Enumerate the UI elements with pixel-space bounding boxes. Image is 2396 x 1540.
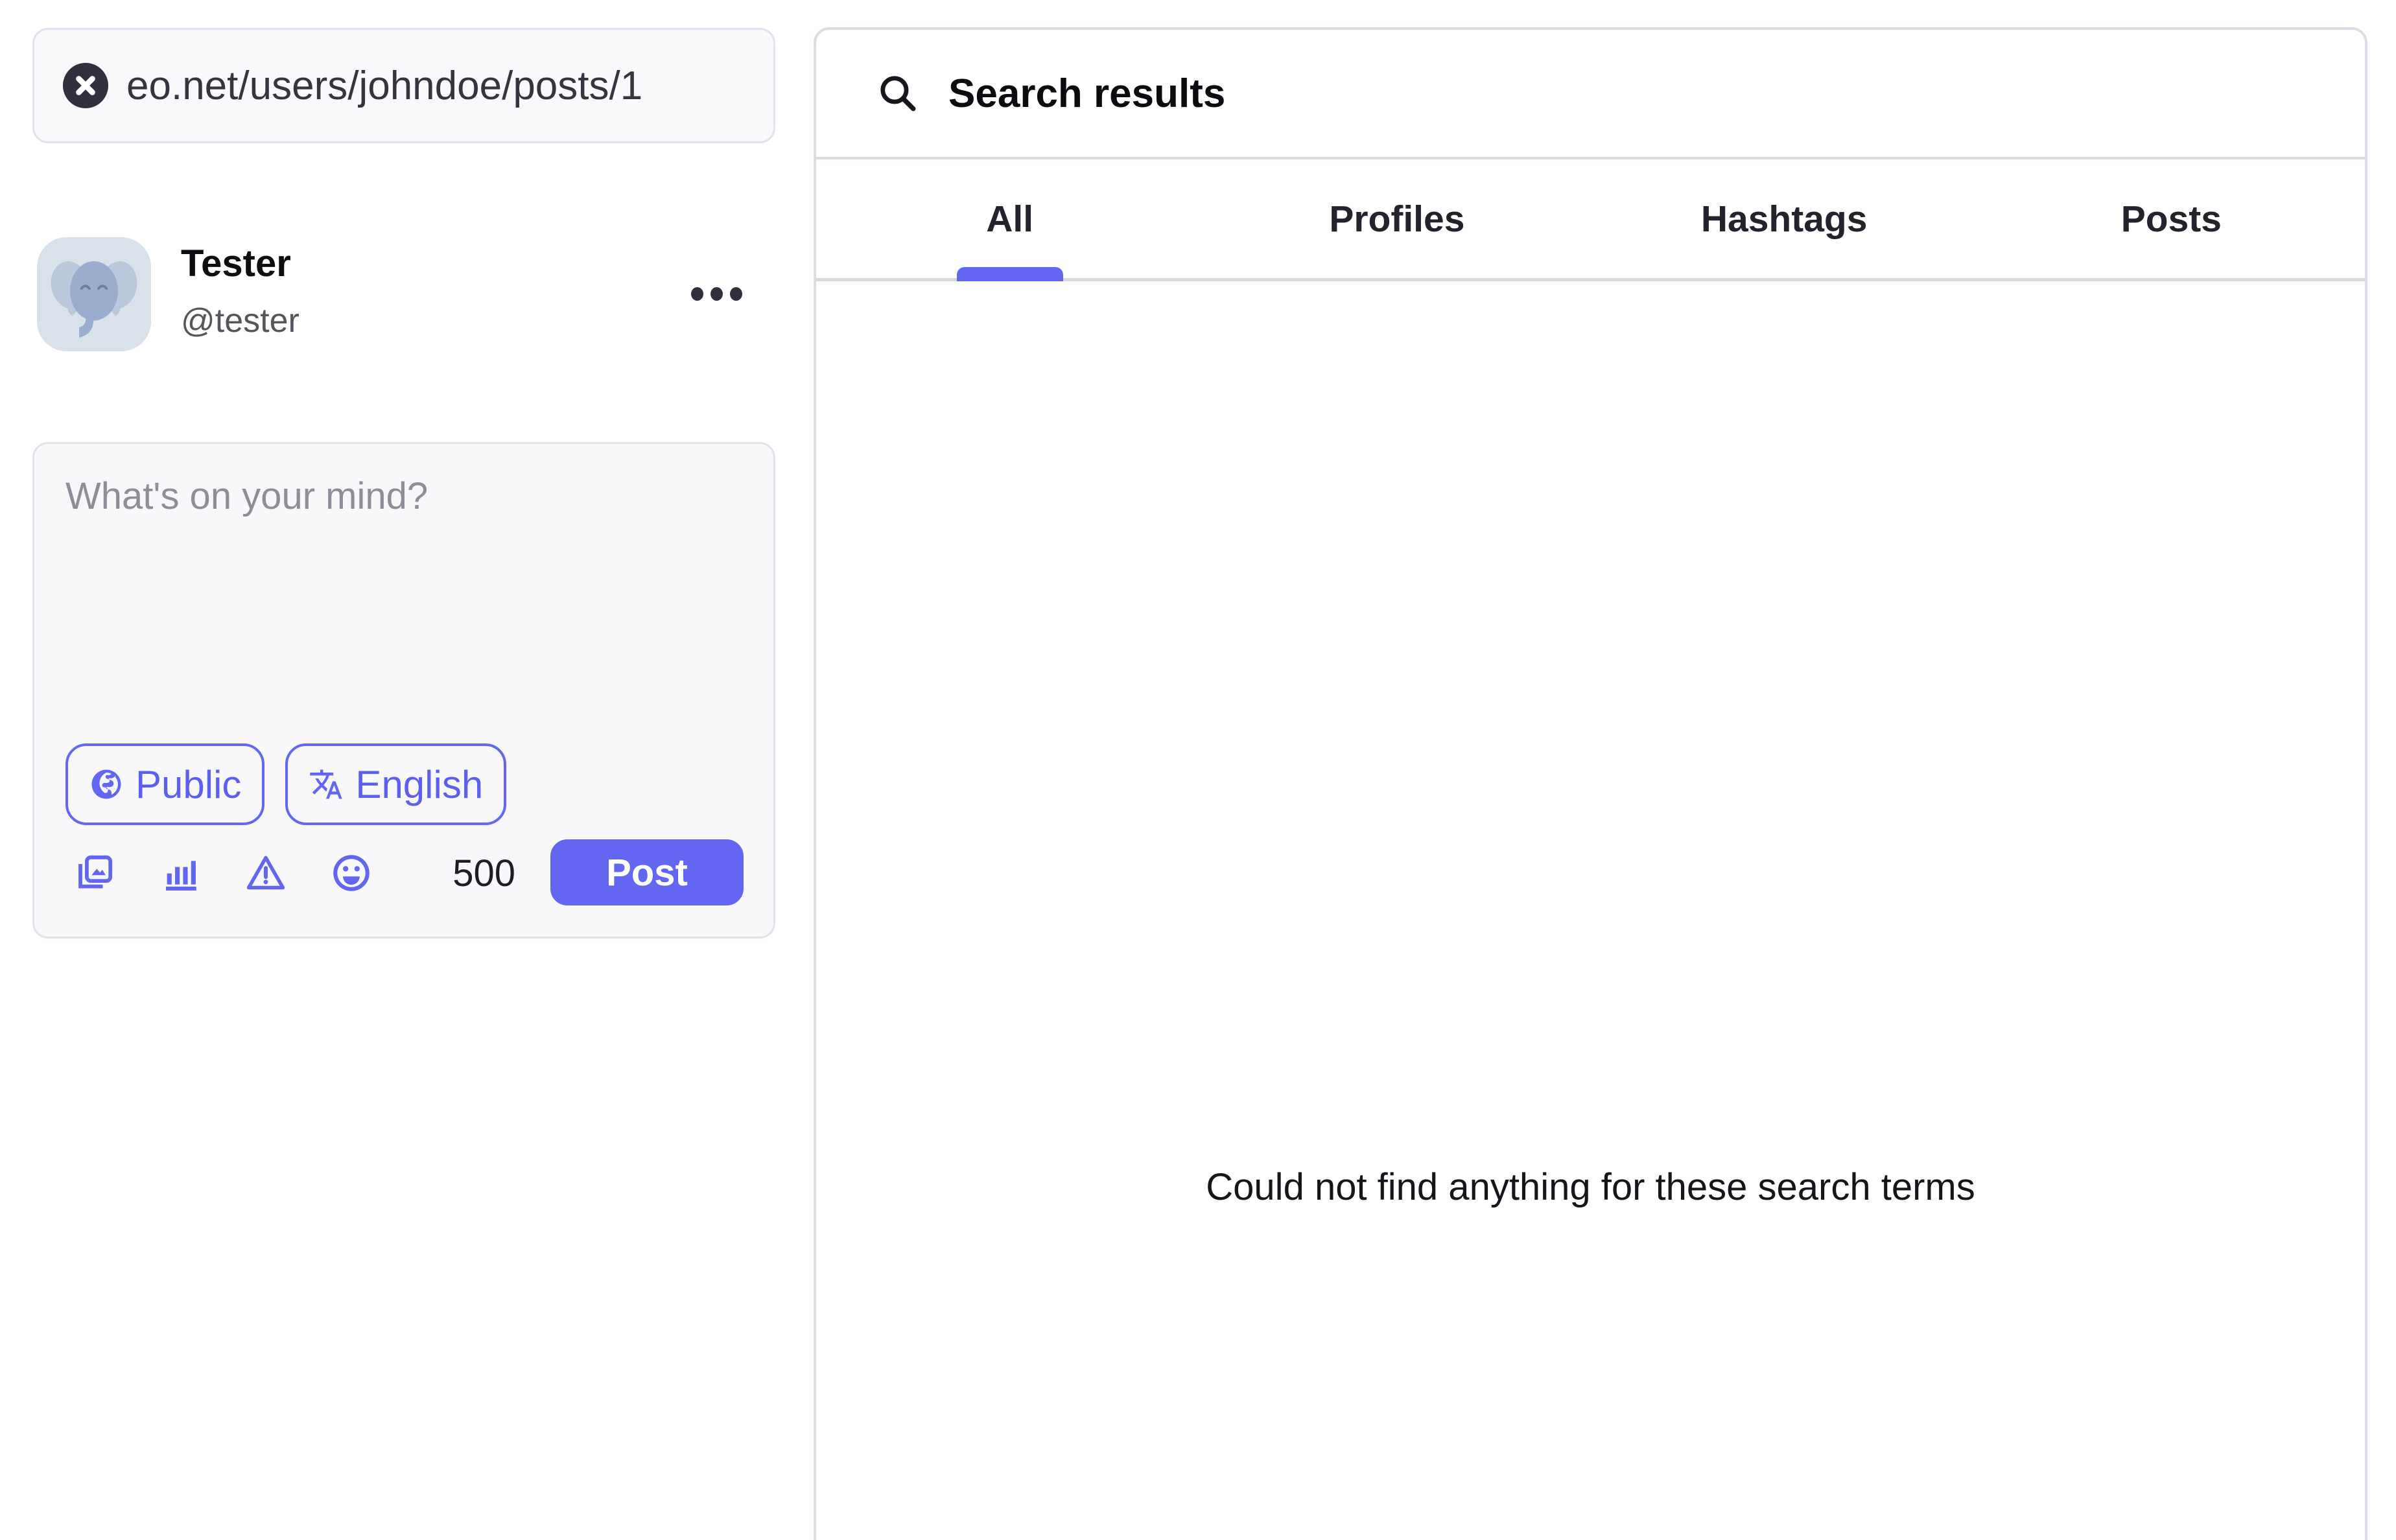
translate-icon <box>309 767 344 802</box>
elephant-avatar[interactable] <box>37 237 151 351</box>
visibility-button[interactable]: Public <box>65 743 264 825</box>
add-poll-button[interactable] <box>159 852 202 894</box>
current-user-row[interactable]: Tester @tester <box>37 237 750 354</box>
emoji-icon <box>330 852 373 894</box>
content-warning-button[interactable] <box>244 852 287 894</box>
clear-input-button[interactable] <box>63 63 108 108</box>
profile-display-name: Tester <box>181 241 300 286</box>
search-tabs: All Profiles Hashtags Posts <box>816 159 2365 281</box>
character-count: 500 <box>452 837 515 909</box>
more-options-button[interactable] <box>674 264 758 323</box>
search-results-panel: Search results All Profiles Hashtags Pos… <box>814 27 2367 1540</box>
search-results-title: Search results <box>948 71 1225 117</box>
tab-hashtags[interactable]: Hashtags <box>1591 159 1978 278</box>
tab-profiles[interactable]: Profiles <box>1203 159 1590 278</box>
composer-options-row: Public English <box>65 743 506 825</box>
empty-results-message: Could not find anything for these search… <box>1206 1166 1975 1208</box>
attach-media-button[interactable] <box>73 852 116 894</box>
globe-icon <box>89 767 124 802</box>
poll-icon <box>159 852 202 894</box>
language-button[interactable]: English <box>285 743 506 825</box>
composer-card: Public English <box>32 442 775 939</box>
emoji-picker-button[interactable] <box>330 852 373 894</box>
tab-posts[interactable]: Posts <box>1978 159 2365 278</box>
ellipsis-icon <box>691 287 703 301</box>
url-input-card <box>32 28 775 143</box>
composer-toolbar: 500 Post <box>34 837 773 909</box>
search-icon <box>876 71 920 115</box>
content-warning-icon <box>244 852 287 894</box>
tab-all[interactable]: All <box>816 159 1203 278</box>
active-tab-indicator <box>957 267 1063 281</box>
language-label: English <box>355 762 483 807</box>
post-button[interactable]: Post <box>550 839 744 905</box>
visibility-label: Public <box>135 762 241 807</box>
composer-input[interactable] <box>65 472 740 719</box>
empty-results-state: Could not find anything for these search… <box>816 1165 2365 1209</box>
profile-handle: @tester <box>181 301 300 341</box>
media-image-icon <box>73 852 116 894</box>
search-url-input[interactable] <box>126 63 745 109</box>
search-results-header: Search results <box>816 30 2365 159</box>
app-root: Tester @tester Public <box>0 0 2396 1540</box>
x-circle-icon <box>63 63 108 108</box>
